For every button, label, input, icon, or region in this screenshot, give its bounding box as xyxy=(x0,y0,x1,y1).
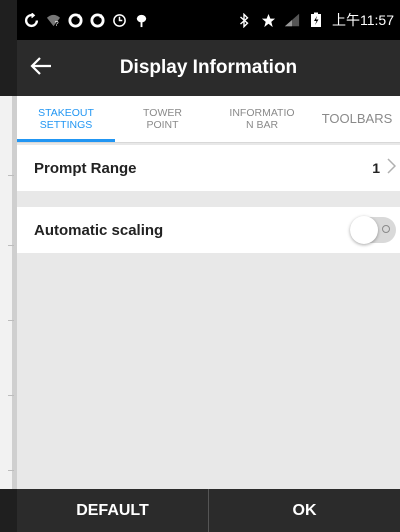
background-tick xyxy=(8,470,14,471)
clock-icon xyxy=(111,12,127,28)
background-footer xyxy=(0,489,17,532)
prompt-range-row[interactable]: Prompt Range 1 xyxy=(17,145,400,191)
section-gap xyxy=(17,191,400,207)
tab-tower-point[interactable]: TOWER POINT xyxy=(115,96,210,142)
prompt-range-label: Prompt Range xyxy=(34,159,137,177)
sync-icon xyxy=(23,12,39,28)
ok-button[interactable]: OK xyxy=(209,489,400,532)
status-bar: ? 上午11:57 xyxy=(17,0,400,40)
chevron-right-icon xyxy=(386,157,397,179)
automatic-scaling-label: Automatic scaling xyxy=(34,221,164,239)
prompt-range-value: 1 xyxy=(372,160,380,176)
background-tick xyxy=(8,395,14,396)
status-left-icons: ? xyxy=(23,12,149,28)
tab-label: INFORMATIO N BAR xyxy=(229,107,295,131)
background-header xyxy=(0,0,17,96)
tab-label: STAKEOUT SETTINGS xyxy=(38,107,94,131)
wifi-question-icon: ? xyxy=(45,12,61,28)
sync-icon xyxy=(89,12,105,28)
tab-label: TOWER POINT xyxy=(143,107,182,131)
display-information-screen: ? 上午11:57 Display Information STAKEOUT S… xyxy=(17,0,400,532)
arrow-left-icon xyxy=(30,56,52,81)
background-tick xyxy=(8,245,14,246)
tab-label: TOOLBARS xyxy=(321,111,393,126)
bottom-action-bar: DEFAULT OK xyxy=(17,489,400,532)
background-window-edge xyxy=(0,0,17,532)
toggle-knob xyxy=(350,216,378,244)
settings-tabs: STAKEOUT SETTINGS TOWER POINT INFORMATIO… xyxy=(17,96,400,143)
toggle-off-indicator-icon xyxy=(382,225,390,233)
background-tick xyxy=(8,320,14,321)
antenna-icon xyxy=(133,12,149,28)
status-time: 上午11:57 xyxy=(332,12,394,28)
tab-information-bar[interactable]: INFORMATIO N BAR xyxy=(210,96,314,142)
default-button[interactable]: DEFAULT xyxy=(17,489,208,532)
sync-icon xyxy=(67,12,83,28)
app-bar: Display Information xyxy=(17,40,400,96)
battery-icon xyxy=(308,12,324,28)
signal-icon xyxy=(284,12,300,28)
star-icon xyxy=(260,12,276,28)
bluetooth-icon xyxy=(236,12,252,28)
status-right-icons: 上午11:57 xyxy=(236,10,394,30)
tab-stakeout-settings[interactable]: STAKEOUT SETTINGS xyxy=(17,96,115,142)
automatic-scaling-toggle[interactable] xyxy=(350,216,396,244)
svg-text:?: ? xyxy=(54,19,58,28)
tab-toolbars[interactable]: TOOLBARS xyxy=(314,96,400,142)
prompt-range-value-group: 1 xyxy=(372,157,400,179)
back-button[interactable] xyxy=(17,40,65,96)
automatic-scaling-row: Automatic scaling xyxy=(17,207,400,253)
automatic-scaling-control xyxy=(350,216,400,244)
page-title: Display Information xyxy=(119,57,298,78)
background-tick xyxy=(8,175,14,176)
